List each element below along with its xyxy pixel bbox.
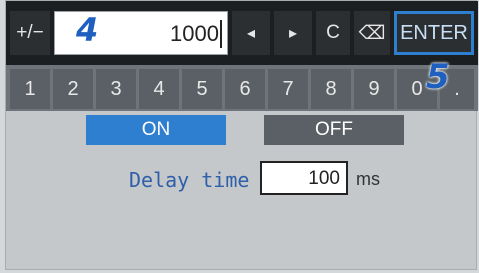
delay-time-input[interactable]: 100 xyxy=(260,161,348,195)
cursor-left-button[interactable]: ◂ xyxy=(232,11,270,55)
delay-time-unit: ms xyxy=(356,169,380,189)
key-2[interactable]: 2 xyxy=(53,69,93,109)
key-6[interactable]: 6 xyxy=(225,69,265,109)
on-toggle-button[interactable]: ON xyxy=(86,115,226,145)
delay-time-label: Delay time xyxy=(129,168,250,192)
number-key-row: 1 2 3 4 5 6 7 8 9 0 . xyxy=(6,65,478,111)
sign-toggle-button[interactable]: +/− xyxy=(10,11,50,55)
off-toggle-button[interactable]: OFF xyxy=(264,115,404,145)
cursor-right-button[interactable]: ▸ xyxy=(274,11,312,55)
backspace-button[interactable]: ⌫ xyxy=(354,11,390,55)
key-1[interactable]: 1 xyxy=(10,69,50,109)
callout-step-5: 5 xyxy=(426,57,450,97)
text-caret xyxy=(220,20,222,48)
backspace-icon: ⌫ xyxy=(358,22,386,44)
key-5[interactable]: 5 xyxy=(182,69,222,109)
callout-step-4: 4 xyxy=(76,11,99,49)
key-8[interactable]: 8 xyxy=(311,69,351,109)
enter-button[interactable]: ENTER xyxy=(394,11,474,55)
settings-screen: +/− 1000 ◂ ▸ C ⌫ ENTER 4 1 2 3 4 5 6 7 8… xyxy=(5,0,478,270)
clear-button[interactable]: C xyxy=(316,11,350,55)
key-3[interactable]: 3 xyxy=(96,69,136,109)
key-9[interactable]: 9 xyxy=(354,69,394,109)
key-7[interactable]: 7 xyxy=(268,69,308,109)
key-4[interactable]: 4 xyxy=(139,69,179,109)
delay-time-value: 100 xyxy=(308,168,340,189)
entry-value-text: 1000 xyxy=(170,21,219,46)
